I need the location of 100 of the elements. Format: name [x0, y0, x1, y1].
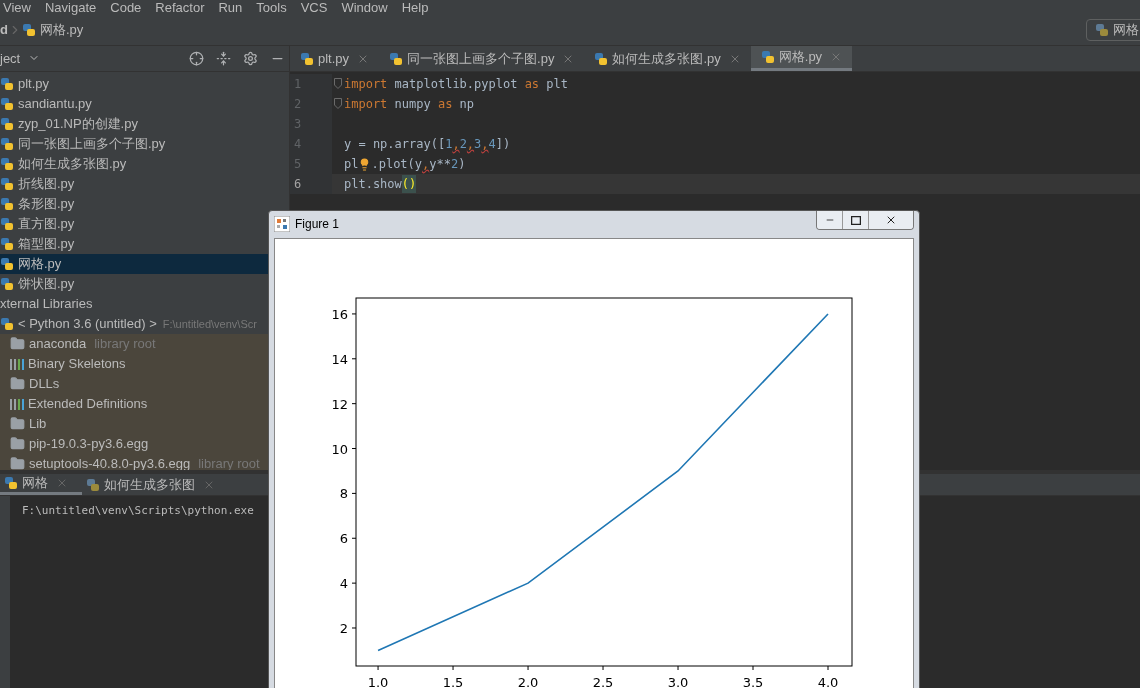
- fold-marker-icon[interactable]: [334, 98, 342, 110]
- python-file-icon: [0, 76, 14, 91]
- project-view-dropdown[interactable]: ject: [0, 48, 41, 69]
- x-tick-label: 2.0: [517, 675, 539, 688]
- code-number: 2: [459, 136, 467, 153]
- tree-item[interactable]: < Python 3.6 (untitled) > F:\untitled\venv\Scr: [0, 313, 268, 334]
- menu-item[interactable]: View: [3, 1, 31, 14]
- figure-app-icon: [274, 216, 290, 232]
- menu-item[interactable]: Help: [401, 1, 429, 14]
- breadcrumb-root[interactable]: d: [0, 20, 8, 40]
- y-tick-label: 2: [339, 621, 348, 636]
- close-icon: [885, 214, 897, 226]
- tree-item[interactable]: 条形图.py: [0, 193, 268, 214]
- locate-icon[interactable]: [189, 50, 204, 66]
- code-text: pl: [344, 156, 359, 173]
- x-tick-label: 1.5: [442, 675, 464, 688]
- settings-icon[interactable]: [243, 50, 258, 66]
- python-file-icon: [0, 156, 14, 171]
- maximize-icon: [850, 215, 861, 225]
- tree-item[interactable]: Extended Definitions: [0, 393, 268, 414]
- python-file-icon: [300, 51, 314, 66]
- tree-item[interactable]: 折线图.py: [0, 173, 268, 194]
- code-keyword: as: [524, 76, 540, 93]
- code-number: 4: [488, 136, 496, 153]
- python-file-icon: [594, 51, 609, 66]
- tree-item-hint: library root: [198, 455, 260, 470]
- python-file-icon: [21, 23, 36, 37]
- code-text: plt.show: [344, 176, 402, 193]
- code-text: y**: [429, 156, 451, 173]
- python-file-icon: [0, 116, 14, 131]
- code-warning: ,: [452, 136, 460, 153]
- tree-item[interactable]: DLLs: [0, 373, 268, 394]
- tree-item[interactable]: 如何生成多张图.py: [0, 153, 268, 174]
- tree-item[interactable]: 直方图.py: [0, 213, 268, 234]
- menu-item[interactable]: VCS: [300, 1, 328, 14]
- y-tick-label: 12: [331, 396, 348, 412]
- python-file-icon: [0, 176, 14, 191]
- editor-tab[interactable]: 网格.py: [750, 46, 853, 71]
- python-file-icon: [0, 216, 14, 231]
- library-icon: [10, 397, 24, 410]
- code-warning: ,: [422, 156, 430, 173]
- code-keyword: as: [437, 96, 453, 113]
- python-file-icon: [86, 477, 100, 492]
- collapse-icon[interactable]: [216, 50, 231, 66]
- code-text: numpy: [393, 96, 432, 113]
- code-text: ): [458, 156, 466, 173]
- tree-item[interactable]: pip-19.0.3-py3.6.egg: [0, 433, 268, 454]
- python-file-icon: [389, 51, 404, 66]
- tree-item[interactable]: Binary Skeletons: [0, 353, 268, 374]
- python-file-icon: [4, 476, 18, 490]
- tree-item-hint: library root: [94, 335, 156, 353]
- tree-item-path: F:\untitled\venv\Scr: [162, 316, 257, 332]
- tree-item[interactable]: sandiantu.py: [0, 93, 268, 114]
- y-tick-label: 4: [339, 576, 348, 592]
- breadcrumb-file[interactable]: 网格.py: [39, 20, 84, 40]
- code-text: np: [458, 96, 475, 113]
- console-output: F:\untitled\venv\Scripts\python.exe: [22, 504, 254, 517]
- fold-marker-icon[interactable]: [334, 78, 342, 90]
- editor-tab[interactable]: 同一张图上画多个子图.py: [379, 46, 585, 71]
- y-tick-label: 14: [331, 351, 348, 367]
- tree-item[interactable]: 网格.py: [0, 253, 268, 274]
- python-file-icon: [760, 50, 775, 64]
- library-icon: [10, 357, 24, 370]
- menu-item[interactable]: Refactor: [155, 1, 205, 14]
- menu-item[interactable]: Code: [110, 1, 142, 14]
- menu-item[interactable]: Run: [218, 1, 243, 14]
- editor-tab[interactable]: 如何生成多张图.py: [584, 46, 751, 71]
- y-tick-label: 10: [331, 441, 348, 457]
- python-file-icon: [0, 136, 14, 151]
- line-number: 6: [290, 174, 332, 194]
- run-configuration-button[interactable]: 网格: [1086, 19, 1140, 41]
- maximize-button[interactable]: [843, 211, 869, 229]
- tree-item[interactable]: anaconda library root: [0, 333, 268, 354]
- run-tab[interactable]: 网格: [0, 474, 82, 495]
- code-number: 2: [450, 156, 459, 173]
- y-tick-label: 16: [331, 306, 348, 322]
- folder-icon: [10, 376, 25, 392]
- x-tick-label: 3.5: [742, 675, 764, 688]
- code-text: ]): [495, 136, 511, 153]
- tree-item[interactable]: plt.py: [0, 73, 268, 94]
- run-tab[interactable]: 如何生成多张图: [82, 474, 229, 495]
- menu-item[interactable]: Tools: [256, 1, 287, 14]
- y-tick-label: 8: [339, 486, 348, 502]
- folder-icon: [10, 416, 25, 432]
- close-icon[interactable]: [56, 477, 68, 489]
- tree-item[interactable]: Lib: [0, 413, 268, 434]
- python-file-icon: [0, 96, 14, 111]
- tree-item[interactable]: xternal Libraries: [0, 293, 268, 314]
- code-text: plt: [545, 76, 568, 93]
- code-number: 1: [445, 136, 453, 153]
- tree-item[interactable]: zyp_01.NP的创建.py: [0, 113, 268, 134]
- tree-item[interactable]: 同一张图上画多个子图.py: [0, 133, 268, 154]
- tree-item[interactable]: 箱型图.py: [0, 233, 268, 254]
- window-title: Figure 1: [295, 216, 340, 233]
- editor-tab[interactable]: plt.py: [290, 46, 380, 71]
- menu-item[interactable]: Window: [341, 1, 388, 14]
- x-tick-label: 2.5: [592, 675, 614, 688]
- folder-icon: [10, 336, 25, 352]
- menu-item[interactable]: Navigate: [44, 1, 97, 14]
- tree-item[interactable]: 饼状图.py: [0, 273, 268, 294]
